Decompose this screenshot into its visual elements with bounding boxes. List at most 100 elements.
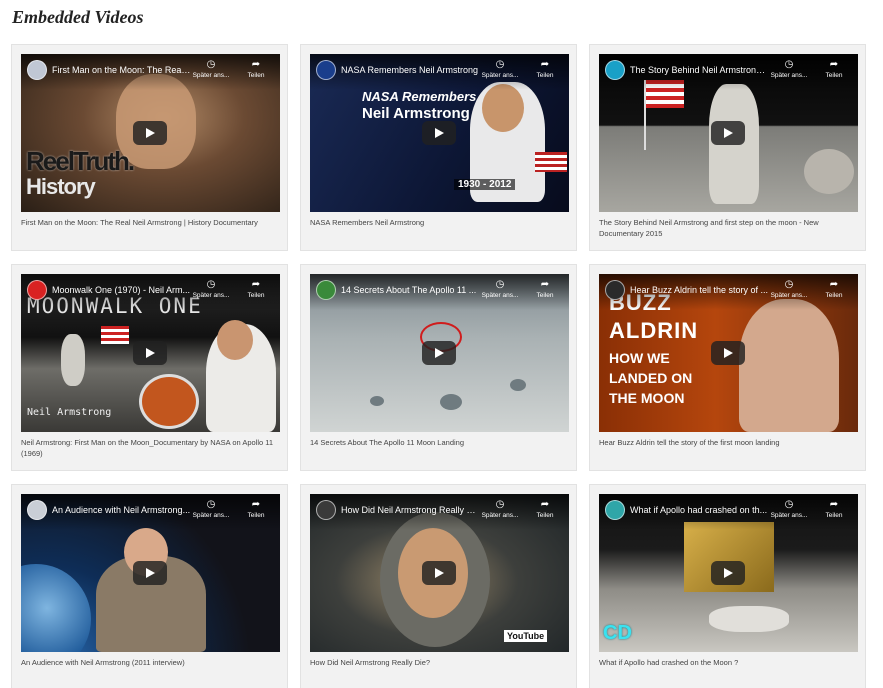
play-button[interactable] [133,121,167,145]
thumbnail-text: History [26,174,96,199]
channel-avatar[interactable] [316,280,336,300]
share-icon: ➦ [251,59,261,70]
clock-icon: ◷ [784,279,794,290]
video-card: 14 Secrets About The Apollo 11 ... ◷ Spät… [300,264,577,471]
share-button[interactable]: ➦ Teilen [236,59,276,80]
watch-later-label: Später ans... [481,512,519,519]
share-icon: ➦ [251,279,261,290]
thumbnail-text: ReelTruth. [26,146,135,176]
thumbnail-text: Neil Armstrong [27,407,112,418]
share-icon: ➦ [540,279,550,290]
video-embed[interactable]: The Story Behind Neil Armstrong ... ◷ Spä… [599,54,858,212]
share-button[interactable]: ➦ Teilen [525,59,565,80]
video-embed[interactable]: 14 Secrets About The Apollo 11 ... ◷ Spät… [310,274,569,432]
channel-avatar[interactable] [316,500,336,520]
watch-later-button[interactable]: ◷ Später ans... [191,279,231,300]
video-title-link[interactable]: An Audience with Neil Armstrong... [52,505,192,515]
share-button[interactable]: ➦ Teilen [236,279,276,300]
share-button[interactable]: ➦ Teilen [525,499,565,520]
share-button[interactable]: ➦ Teilen [525,279,565,300]
thumbnail-text: THE MOON [609,390,685,406]
thumbnail-helmet [139,374,199,429]
video-card: ReelTruth. History First Man on the Moon… [11,44,288,251]
video-caption: 14 Secrets About The Apollo 11 Moon Land… [310,438,465,447]
share-label: Teilen [825,72,843,79]
share-button[interactable]: ➦ Teilen [236,499,276,520]
play-button[interactable] [711,341,745,365]
share-button[interactable]: ➦ Teilen [814,499,854,520]
thumbnail-face [217,320,253,360]
share-label: Teilen [825,292,843,299]
video-title-link[interactable]: What if Apollo had crashed on th... [630,505,770,515]
video-title-link[interactable]: First Man on the Moon: The Real ... [52,65,192,75]
video-caption: An Audience with Neil Armstrong (2011 in… [21,658,185,667]
youtube-logo: YouTube [504,630,548,642]
watch-later-button[interactable]: ◷ Später ans... [191,59,231,80]
watch-later-button[interactable]: ◷ Später ans... [769,279,809,300]
channel-avatar[interactable] [27,60,47,80]
channel-avatar[interactable] [27,500,47,520]
play-button[interactable] [133,561,167,585]
play-button[interactable] [711,561,745,585]
video-card: An Audience with Neil Armstrong... ◷ Spät… [11,484,288,688]
thumbnail-face [482,84,524,132]
watch-later-button[interactable]: ◷ Später ans... [191,499,231,520]
video-embed[interactable]: YouTube How Did Neil Armstrong Really Di… [310,494,569,652]
video-card: NASA Remembers Neil Armstrong 1930 - 201… [300,44,577,251]
clock-icon: ◷ [206,499,216,510]
share-button[interactable]: ➦ Teilen [814,279,854,300]
flag-icon [535,152,567,172]
channel-avatar[interactable] [27,280,47,300]
thumbnail-text: HOW WE [609,350,670,366]
video-embed[interactable]: NASA Remembers Neil Armstrong 1930 - 201… [310,54,569,212]
clock-icon: ◷ [206,279,216,290]
play-button[interactable] [422,341,456,365]
moon-rock [370,396,384,406]
play-button[interactable] [422,121,456,145]
video-caption: First Man on the Moon: The Real Neil Arm… [21,218,258,227]
video-title-link[interactable]: 14 Secrets About The Apollo 11 ... [341,285,481,295]
watch-later-button[interactable]: ◷ Später ans... [769,59,809,80]
watch-later-label: Später ans... [481,72,519,79]
video-title-link[interactable]: The Story Behind Neil Armstrong ... [630,65,770,75]
clock-icon: ◷ [495,279,505,290]
flag-pole [644,80,646,150]
video-embed[interactable]: MOONWALK ONE Neil Armstrong Moonwalk One… [21,274,280,432]
video-title-link[interactable]: Moonwalk One (1970) - Neil Arm... [52,285,192,295]
watch-later-button[interactable]: ◷ Später ans... [480,499,520,520]
video-embed[interactable]: ReelTruth. History First Man on the Moon… [21,54,280,212]
video-title-link[interactable]: How Did Neil Armstrong Really Di... [341,505,481,515]
video-embed[interactable]: BUZZ ALDRIN HOW WE LANDED ON THE MOON He… [599,274,858,432]
watch-later-button[interactable]: ◷ Später ans... [769,499,809,520]
moon-rock [510,379,526,391]
video-title-link[interactable]: Hear Buzz Aldrin tell the story of ... [630,285,770,295]
watch-later-button[interactable]: ◷ Später ans... [480,279,520,300]
share-label: Teilen [247,292,265,299]
share-label: Teilen [247,512,265,519]
clock-icon: ◷ [495,499,505,510]
channel-avatar[interactable] [316,60,336,80]
play-button[interactable] [422,561,456,585]
watch-later-label: Später ans... [481,292,519,299]
play-button[interactable] [133,341,167,365]
watch-later-button[interactable]: ◷ Später ans... [480,59,520,80]
video-card: BUZZ ALDRIN HOW WE LANDED ON THE MOON He… [589,264,866,471]
video-embed[interactable]: An Audience with Neil Armstrong... ◷ Spät… [21,494,280,652]
watch-later-label: Später ans... [770,292,808,299]
video-title-link[interactable]: NASA Remembers Neil Armstrong [341,65,481,75]
video-card: YouTube How Did Neil Armstrong Really Di… [300,484,577,688]
channel-avatar[interactable] [605,60,625,80]
video-card: The Story Behind Neil Armstrong ... ◷ Spä… [589,44,866,251]
thumbnail-astronaut [61,334,85,386]
channel-avatar[interactable] [605,500,625,520]
video-caption: Hear Buzz Aldrin tell the story of the f… [599,438,780,447]
video-embed[interactable]: CD What if Apollo had crashed on th... ◷… [599,494,858,652]
video-card: MOONWALK ONE Neil Armstrong Moonwalk One… [11,264,288,471]
moon-rock [440,394,462,410]
channel-avatar[interactable] [605,280,625,300]
share-icon: ➦ [251,499,261,510]
play-button[interactable] [711,121,745,145]
video-caption: What if Apollo had crashed on the Moon ? [599,658,739,667]
share-button[interactable]: ➦ Teilen [814,59,854,80]
thumbnail-text: 1930 - 2012 [454,179,516,190]
